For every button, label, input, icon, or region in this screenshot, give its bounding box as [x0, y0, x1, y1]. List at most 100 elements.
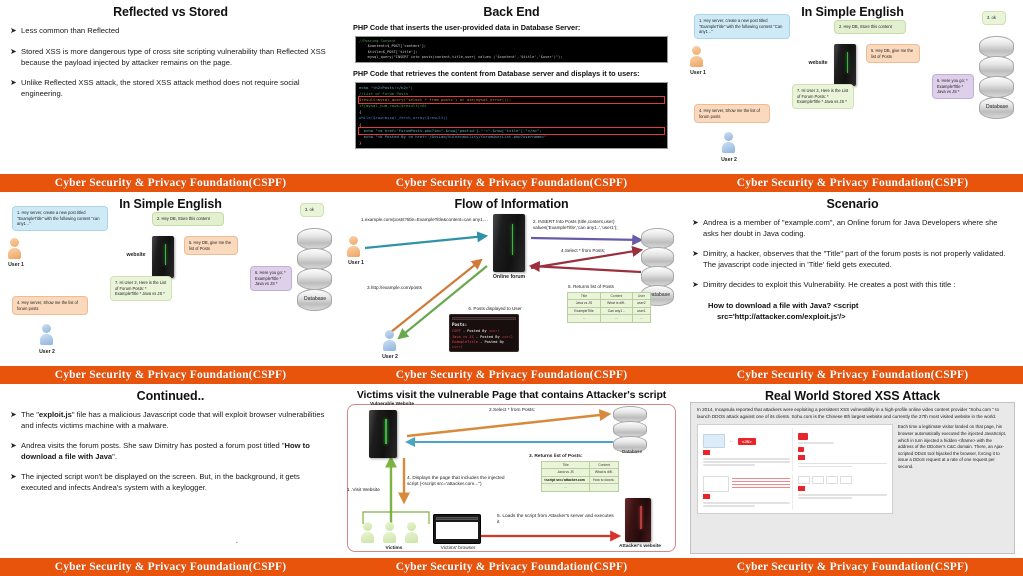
slide-body: Continued.. ➤ The "exploit.js" file has … — [0, 384, 341, 558]
bullet-marker-icon: ➤ — [10, 26, 17, 35]
speech-bubble-7: 7. Hi User 2, Here is the List of Forum … — [792, 84, 854, 109]
label-user1: User 1 — [8, 262, 24, 268]
label-victims: Victims — [385, 546, 403, 551]
window-titlebar — [452, 317, 516, 320]
speech-bubble-3: 3. ok — [982, 11, 1006, 25]
window-placeholder — [826, 476, 839, 485]
label-user1: User 1 — [348, 260, 364, 266]
database-icon — [979, 36, 1014, 119]
infographic-panel-4 — [796, 474, 888, 510]
real-world-columns: ← <JS> Each time a legitimate visitor la… — [697, 424, 1008, 515]
page-title: Continued.. — [136, 389, 205, 403]
avatar-body — [722, 142, 735, 153]
attacker-server-icon — [625, 498, 651, 542]
footer-banner: Cyber Security & Privacy Foundation(CSPF… — [341, 366, 682, 384]
avatar-head — [363, 522, 372, 531]
bullet-list: ➤ Less common than Reflected ➤ Stored XS… — [0, 21, 341, 99]
window-placeholder — [703, 476, 729, 493]
speech-bubble-2: 2. Hey DB, Store this content — [834, 20, 906, 34]
step-4-label: 4. Displays the page that includes the i… — [407, 476, 505, 487]
bullet-text: Stored XSS is more dangerous type of cro… — [21, 46, 326, 67]
code-line: mysql_query("INSERT into posts(content,t… — [359, 55, 563, 60]
list-item: ➤ Stored XSS is more dangerous type of c… — [10, 46, 331, 68]
speech-bubble-1: 1. Hey server, create a new post titled … — [694, 14, 790, 39]
speech-bubble-7: 7. Hi User 2, Here is the List of Forum … — [110, 276, 172, 301]
speech-bubble-5: 5. Hey DB, give me the list of Posts — [866, 44, 920, 64]
footer-banner: Cyber Security & Privacy Foundation(CSPF… — [682, 174, 1023, 192]
post-user: user2 — [501, 334, 513, 339]
db-disc — [297, 228, 332, 250]
db-disc — [641, 228, 674, 249]
cursor-icon: ▪ — [236, 540, 238, 546]
avatar-user1 — [8, 238, 21, 259]
slide-grid: Reflected vs Stored ➤ Less common than R… — [0, 0, 1023, 576]
infographic-caption — [703, 494, 791, 507]
infographic-row — [798, 476, 886, 485]
avatar-victim-3 — [405, 522, 418, 543]
posts-heading: Posts: — [452, 322, 468, 327]
step-1-label: 1.example.com/posts?title=ExampleTitle&c… — [361, 217, 488, 222]
bullet-text: Dimitry, a hacker, observes that the "Ti… — [703, 249, 1006, 269]
footer-banner: Cyber Security & Privacy Foundation(CSPF… — [341, 174, 682, 192]
table-header-cell: User — [631, 291, 652, 301]
table-cell: ... — [540, 483, 591, 492]
real-world-side-text: Each time a legitimate visitor landed on… — [897, 424, 1007, 469]
placeholder-line — [798, 496, 852, 499]
infographic-row: ← <JS> — [703, 434, 790, 449]
slide-continued: Continued.. ➤ The "exploit.js" file has … — [0, 384, 341, 576]
slide-body: In Simple English 1. Hey server, create … — [0, 192, 341, 366]
monitor-icon — [703, 434, 725, 449]
avatar-head — [385, 330, 394, 339]
infographic-panel-3 — [701, 474, 794, 511]
bullet-marker-icon: ➤ — [10, 410, 17, 419]
bullet-text: Andrea is a member of "example.com", an … — [703, 218, 998, 238]
injected-title-quote: How to download a file with Java? <scrip… — [708, 300, 1013, 322]
bullet-text: Less common than Reflected — [21, 26, 120, 35]
js-badge: <JS> — [738, 437, 756, 445]
avatar-user2 — [40, 324, 53, 345]
list-item: ➤ Dimitry, a hacker, observes that the "… — [692, 248, 1013, 270]
slide-scenario: Scenario ➤ Andrea is a member of "exampl… — [682, 192, 1023, 384]
db-disc — [979, 36, 1014, 58]
bullet-text: The injected script won't be displayed o… — [21, 472, 300, 492]
post-title: ExampleTitle — [452, 340, 478, 345]
table-header-cell: Title — [540, 460, 591, 470]
table-cell: Java vs JS — [567, 299, 601, 308]
avatar-head — [10, 238, 19, 247]
footer-banner: Cyber Security & Privacy Foundation(CSPF… — [682, 558, 1023, 576]
page-title: Real World Stored XSS Attack — [764, 389, 941, 403]
label-attacker-website: Attacker's website — [619, 544, 661, 549]
avatar-body — [405, 532, 418, 543]
table-row: ... ... ... — [567, 314, 652, 323]
label-database: Database — [985, 104, 1009, 110]
page-title: Back End — [483, 5, 540, 19]
window-placeholder — [840, 476, 853, 485]
db-disc — [979, 76, 1014, 99]
bullet-marker-icon: ➤ — [10, 472, 17, 481]
label-user2: User 2 — [39, 349, 55, 355]
label-database: Database — [621, 450, 643, 455]
speech-bubble-3: 3. ok — [300, 203, 324, 217]
avatar-user1 — [690, 46, 703, 67]
red-block-icon — [798, 446, 805, 452]
slide-flow-of-information: Flow of Information 1.example.com/posts?… — [341, 192, 682, 384]
list-item: ➤ The "exploit.js" file has a malicious … — [10, 409, 331, 431]
infographic-row — [703, 476, 791, 493]
footer-banner: Cyber Security & Privacy Foundation(CSPF… — [341, 558, 682, 576]
placeholder-line — [703, 502, 791, 504]
list-item: ➤ Less common than Reflected — [10, 25, 331, 37]
bullet-text: Unlike Reflected XSS attack, the stored … — [21, 77, 300, 98]
bullet-text: Dimitry decides to exploit this Vulnerab… — [703, 280, 956, 289]
placeholder-bar — [732, 486, 791, 489]
avatar-head — [692, 46, 701, 55]
slide-reflected-vs-stored: Reflected vs Stored ➤ Less common than R… — [0, 0, 341, 192]
bullet-marker-icon: ➤ — [10, 46, 17, 56]
table-header-row: Title Content — [540, 460, 619, 470]
retrieve-code-label: PHP Code that retrieves the content from… — [353, 69, 640, 79]
bar-group — [732, 476, 791, 492]
slide-body: Victims visit the vulnerable Page that c… — [341, 384, 682, 558]
table-cell: What is diff.. — [589, 468, 619, 477]
victims-diagram: Vulnerable Website 2.Select * from Posts… — [341, 384, 682, 558]
slide-real-world: Real World Stored XSS Attack In 2014, In… — [682, 384, 1023, 576]
avatar-head — [407, 522, 416, 531]
